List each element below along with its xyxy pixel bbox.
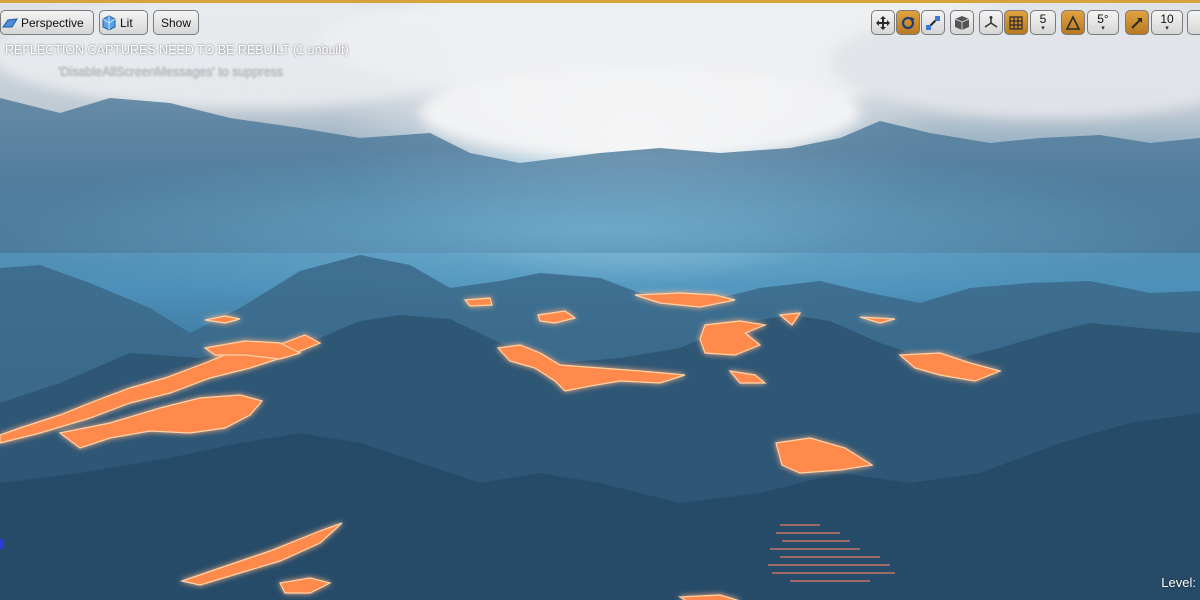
viewport-scene [0,3,1200,600]
show-flags-button[interactable]: Show [153,10,199,35]
perspective-icon [1,14,19,32]
chevron-down-icon: ▾ [1165,24,1169,32]
move-arrows-icon [874,14,892,32]
lit-label: Lit [120,15,133,30]
angle-icon [1064,14,1082,32]
current-level-label: Level: [1161,575,1196,590]
suppress-hint-message: 'DisableAllScreenMessages' to suppress [58,65,284,79]
surface-snap-icon [982,14,1000,32]
grid-snap-value: 5 [1039,11,1047,26]
coordinate-system-button[interactable] [950,10,974,35]
scale-snap-value: 10 [1160,11,1174,26]
scale-icon [924,14,942,32]
rotate-icon [899,14,917,32]
scale-arrow-icon [1128,14,1146,32]
rotation-snap-toggle[interactable] [1061,10,1085,35]
world-axis-indicator [0,539,3,549]
rotation-snap-value: 5° [1097,11,1109,26]
level-viewport[interactable]: Perspective Lit Show 5 ▾ 5° ▾ 10 ▾ REFLE… [0,0,1200,600]
viewport-type-button[interactable]: Perspective [0,10,94,35]
grid-icon [1007,14,1025,32]
rebuild-warning-message: REFLECTION CAPTURES NEED TO BE REBUILT (… [5,43,349,57]
rotate-mode-button[interactable] [896,10,920,35]
rotation-snap-size-dropdown[interactable]: 5° ▾ [1087,10,1119,35]
lit-sphere-icon [100,14,118,32]
show-label: Show [160,15,192,30]
chevron-down-icon: ▾ [1041,24,1045,32]
perspective-label: Perspective [21,15,84,30]
chevron-down-icon: ▾ [1101,24,1105,32]
view-mode-button[interactable]: Lit [99,10,148,35]
translate-mode-button[interactable] [871,10,895,35]
surface-snapping-button[interactable] [979,10,1003,35]
camera-speed-button[interactable] [1187,10,1200,35]
scale-snap-toggle[interactable] [1125,10,1149,35]
scale-snap-size-dropdown[interactable]: 10 ▾ [1151,10,1183,35]
grid-snap-size-dropdown[interactable]: 5 ▾ [1030,10,1056,35]
grid-snap-toggle[interactable] [1004,10,1028,35]
scale-mode-button[interactable] [921,10,945,35]
cube-icon [953,14,971,32]
